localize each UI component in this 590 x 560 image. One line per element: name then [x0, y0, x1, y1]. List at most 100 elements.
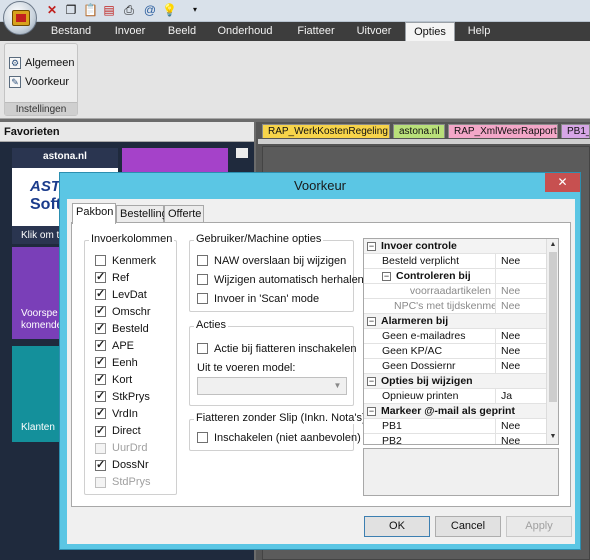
- checkbox-box[interactable]: [95, 372, 106, 386]
- property-row[interactable]: Geen KP/AC Nee: [364, 344, 547, 359]
- wijzigen-herhalen-box[interactable]: [197, 274, 208, 285]
- scan-mode-checkbox[interactable]: Invoer in 'Scan' mode: [197, 292, 319, 305]
- column-checkbox-levdat[interactable]: LevDat: [95, 287, 147, 301]
- tab-offerte[interactable]: Offerte: [164, 205, 204, 223]
- column-checkbox-besteld[interactable]: Besteld: [95, 321, 149, 335]
- property-value[interactable]: Nee: [496, 344, 547, 358]
- algemeen-button[interactable]: ⚙ Algemeen: [9, 55, 75, 71]
- tab-fiatteer[interactable]: Fiatteer: [290, 22, 342, 41]
- tab-onderhoud[interactable]: Onderhoud: [212, 22, 278, 41]
- checkbox-box[interactable]: [95, 304, 106, 318]
- property-row[interactable]: Geen Dossiernr Nee: [364, 359, 547, 374]
- tab-opties[interactable]: Opties: [405, 22, 455, 41]
- scroll-up-icon[interactable]: ▲: [548, 240, 558, 250]
- property-row[interactable]: Opnieuw printen Ja: [364, 389, 547, 404]
- checkbox-box[interactable]: [95, 321, 106, 335]
- copy-icon[interactable]: ❐: [64, 3, 78, 17]
- voorkeur-button[interactable]: ✎ Voorkeur: [9, 74, 69, 90]
- tab-invoer[interactable]: Invoer: [108, 22, 152, 41]
- customize-dropdown-icon[interactable]: ▾: [188, 3, 202, 17]
- checkbox-box[interactable]: [95, 270, 106, 284]
- tile-purple[interactable]: [122, 148, 228, 174]
- email-icon[interactable]: @: [143, 3, 157, 17]
- checkbox-box[interactable]: [95, 338, 106, 352]
- tab-pakbon[interactable]: Pakbon: [72, 203, 116, 224]
- doc-tab-astona[interactable]: astona.nl: [393, 124, 445, 138]
- actie-fiatteren-checkbox[interactable]: Actie bij fiatteren inschakelen: [197, 342, 356, 355]
- column-checkbox-kort[interactable]: Kort: [95, 372, 132, 386]
- print-icon[interactable]: ⎙: [122, 3, 136, 17]
- naw-overslaan-box[interactable]: [197, 255, 208, 266]
- app-menu-button[interactable]: [3, 1, 37, 35]
- inschakelen-checkbox[interactable]: Inschakelen (niet aanbevolen): [197, 431, 361, 444]
- checkbox-box[interactable]: [95, 458, 106, 471]
- tab-bestand[interactable]: Bestand: [46, 22, 96, 41]
- property-category[interactable]: − Invoer controle: [364, 239, 547, 254]
- column-checkbox-eenh[interactable]: Eenh: [95, 355, 138, 369]
- column-checkbox-kenmerk[interactable]: Kenmerk: [95, 254, 156, 267]
- property-row[interactable]: NPC's met tijdskenmerk Nee: [364, 299, 547, 314]
- property-value[interactable]: Nee: [496, 299, 547, 313]
- collapse-icon[interactable]: −: [367, 376, 376, 386]
- property-grid-scrollbar[interactable]: ▲ ▼: [546, 239, 558, 444]
- pdf-icon[interactable]: ▤: [102, 3, 116, 17]
- property-grid[interactable]: − Invoer controle Besteld verplicht Nee − Con…: [363, 238, 559, 445]
- scroll-down-icon[interactable]: ▼: [548, 432, 558, 442]
- naw-overslaan-checkbox[interactable]: NAW overslaan bij wijzigen: [197, 254, 346, 267]
- column-checkbox-vrdin[interactable]: VrdIn: [95, 406, 138, 420]
- lightbulb-icon[interactable]: 💡: [162, 3, 177, 17]
- property-category[interactable]: − Markeer @-mail als geprint: [364, 404, 547, 419]
- wijzigen-herhalen-checkbox[interactable]: Wijzigen automatisch herhalen: [197, 273, 364, 286]
- property-row[interactable]: Besteld verplicht Nee: [364, 254, 547, 269]
- tile-small[interactable]: [236, 148, 248, 158]
- property-category[interactable]: − Alarmeren bij: [364, 314, 547, 329]
- property-value[interactable]: Nee: [496, 359, 547, 373]
- column-checkbox-omschr[interactable]: Omschr: [95, 304, 151, 318]
- property-value[interactable]: Nee: [496, 254, 547, 268]
- collapse-icon[interactable]: −: [367, 241, 376, 251]
- property-row[interactable]: PB1 Nee: [364, 419, 547, 434]
- checkbox-box[interactable]: [95, 406, 106, 420]
- column-checkbox-stkprys[interactable]: StkPrys: [95, 389, 150, 403]
- column-checkbox-ref[interactable]: Ref: [95, 270, 129, 284]
- doc-tab-pb1[interactable]: PB1_C: [561, 124, 590, 138]
- paste-icon[interactable]: 📋: [83, 3, 98, 17]
- tab-help[interactable]: Help: [460, 22, 498, 41]
- checkbox-box[interactable]: [95, 355, 106, 369]
- scroll-thumb[interactable]: [549, 252, 557, 402]
- column-checkbox-dossnr[interactable]: DossNr: [95, 458, 149, 472]
- collapse-icon[interactable]: −: [367, 316, 376, 326]
- property-value[interactable]: Nee: [496, 284, 547, 298]
- tab-beeld[interactable]: Beeld: [161, 22, 203, 41]
- checkbox-box[interactable]: [95, 255, 106, 266]
- doc-tab-xmlweerrapport[interactable]: RAP_XmlWeerRapport: [448, 124, 558, 138]
- delete-icon[interactable]: ✕: [45, 3, 59, 17]
- tab-uitvoer[interactable]: Uitvoer: [350, 22, 398, 41]
- property-row[interactable]: − Controleren bij: [364, 269, 547, 284]
- column-checkbox-ape[interactable]: APE: [95, 338, 134, 352]
- property-row[interactable]: PB2 Nee: [364, 434, 547, 444]
- close-button[interactable]: ✕: [545, 173, 580, 192]
- doc-tab-werkkostenregeling[interactable]: RAP_WerkKostenRegeling: [262, 124, 390, 138]
- actie-fiatteren-box[interactable]: [197, 343, 208, 354]
- property-value[interactable]: Nee: [496, 329, 547, 343]
- tab-bestelling[interactable]: Bestelling: [116, 205, 168, 223]
- cancel-button[interactable]: Cancel: [435, 516, 501, 537]
- chevron-down-icon[interactable]: ▼: [331, 380, 344, 392]
- collapse-icon[interactable]: −: [367, 406, 376, 416]
- inschakelen-box[interactable]: [197, 432, 208, 443]
- property-value[interactable]: Nee: [496, 434, 547, 444]
- checkbox-box[interactable]: [95, 287, 106, 301]
- ok-button[interactable]: OK: [364, 516, 430, 537]
- collapse-icon[interactable]: −: [382, 271, 391, 281]
- property-value[interactable]: Ja: [496, 389, 547, 403]
- column-checkbox-direct[interactable]: Direct: [95, 424, 141, 438]
- property-value[interactable]: Nee: [496, 419, 547, 433]
- property-category[interactable]: − Opties bij wijzigen: [364, 374, 547, 389]
- model-select[interactable]: ▼: [197, 377, 347, 395]
- scan-mode-box[interactable]: [197, 293, 208, 304]
- checkbox-box[interactable]: [95, 389, 106, 403]
- property-row[interactable]: Geen e-mailadres Nee: [364, 329, 547, 344]
- apply-button[interactable]: Apply: [506, 516, 572, 537]
- property-row[interactable]: voorraadartikelen Nee: [364, 284, 547, 299]
